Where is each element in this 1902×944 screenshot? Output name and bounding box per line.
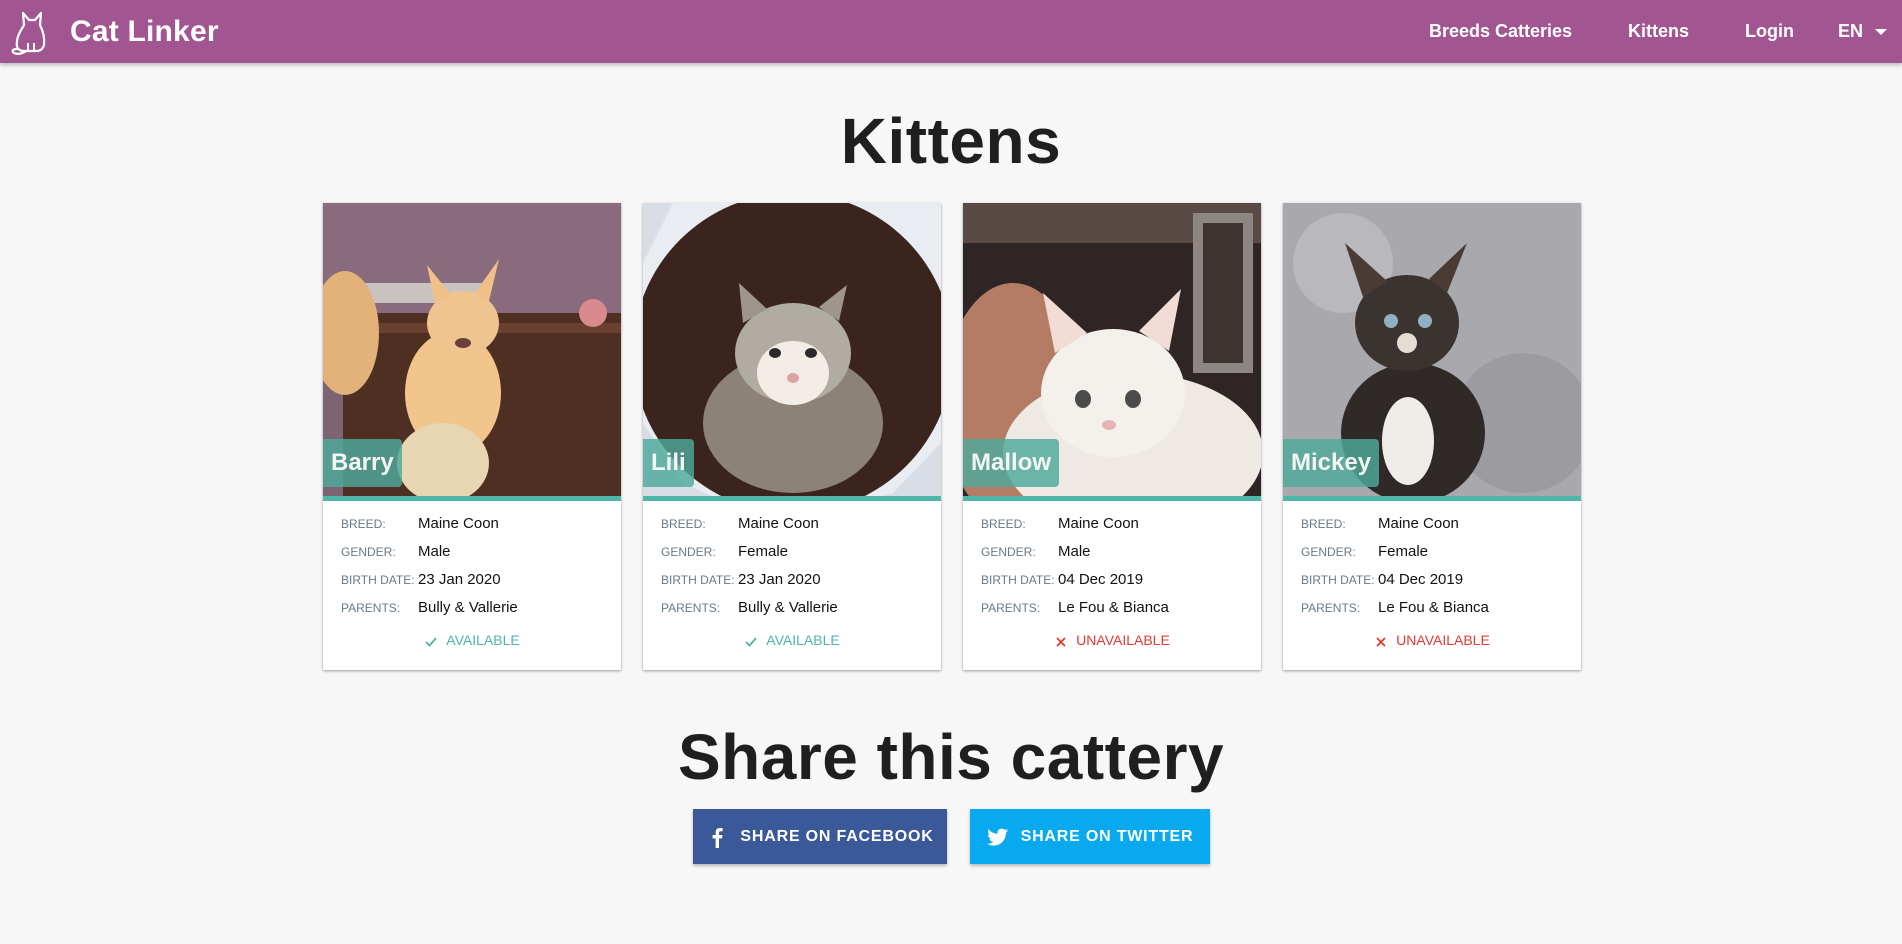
- parents-value: Bully & Vallerie: [418, 599, 518, 616]
- status-badge: UNAVAILABLE: [981, 629, 1261, 651]
- nav-breeds[interactable]: Breeds: [1429, 21, 1490, 42]
- gender-label: GENDER:: [661, 545, 716, 559]
- birth-date-label: BIRTH DATE:: [981, 573, 1055, 587]
- breed-row: BREED: Maine Coon: [1301, 515, 1581, 543]
- breed-row: BREED: Maine Coon: [981, 515, 1261, 543]
- kitten-card[interactable]: Mickey BREED: Maine Coon GENDER: Female …: [1283, 203, 1581, 670]
- gender-label: GENDER:: [1301, 545, 1356, 559]
- nav-kittens[interactable]: Kittens: [1628, 21, 1689, 42]
- gender-label: GENDER:: [341, 545, 396, 559]
- parents-label: PARENTS:: [341, 601, 401, 615]
- gender-value: Female: [1378, 543, 1429, 560]
- birth-date-label: BIRTH DATE:: [341, 573, 415, 587]
- status-badge: AVAILABLE: [661, 629, 941, 651]
- gender-row: GENDER: Male: [981, 543, 1261, 571]
- share-facebook-label: SHARE ON FACEBOOK: [740, 827, 934, 845]
- caret-down-icon: [1875, 28, 1888, 35]
- parents-value: Le Fou & Bianca: [1058, 599, 1169, 616]
- birth-date-value: 04 Dec 2019: [1058, 571, 1144, 588]
- parents-row: PARENTS: Le Fou & Bianca: [981, 599, 1261, 627]
- birth-date-row: BIRTH DATE: 23 Jan 2020: [341, 571, 621, 599]
- kitten-name: Mallow: [963, 439, 1060, 487]
- brand-link[interactable]: Cat Linker: [10, 0, 219, 63]
- share-twitter-label: SHARE ON TWITTER: [1020, 827, 1194, 845]
- gender-value: Male: [418, 543, 451, 560]
- twitter-icon: [986, 828, 1008, 846]
- breed-value: Maine Coon: [1378, 515, 1459, 532]
- kitten-card[interactable]: Barry BREED: Maine Coon GENDER: Male BIR…: [323, 203, 621, 670]
- brand-name: Cat Linker: [70, 14, 219, 48]
- kitten-card[interactable]: Lili BREED: Maine Coon GENDER: Female BI…: [643, 203, 941, 670]
- status-text: AVAILABLE: [766, 632, 840, 648]
- page-title: Kittens: [840, 105, 1062, 177]
- close-icon: [1376, 636, 1386, 647]
- kitten-photo[interactable]: Mallow: [963, 203, 1261, 501]
- birth-date-value: 23 Jan 2020: [738, 571, 821, 588]
- kitten-details: BREED: Maine Coon GENDER: Male BIRTH DAT…: [323, 501, 621, 651]
- breed-row: BREED: Maine Coon: [341, 515, 621, 543]
- gender-value: Female: [738, 543, 789, 560]
- breed-label: BREED:: [661, 517, 706, 531]
- kitten-name: Barry: [323, 439, 402, 487]
- gender-row: GENDER: Male: [341, 543, 621, 571]
- breed-label: BREED:: [981, 517, 1026, 531]
- kitten-details: BREED: Maine Coon GENDER: Female BIRTH D…: [1283, 501, 1581, 651]
- share-facebook-button[interactable]: SHARE ON FACEBOOK: [693, 809, 947, 864]
- status-text: UNAVAILABLE: [1396, 632, 1490, 648]
- birth-date-row: BIRTH DATE: 04 Dec 2019: [1301, 571, 1581, 599]
- breed-label: BREED:: [341, 517, 386, 531]
- gender-label: GENDER:: [981, 545, 1036, 559]
- status-badge: UNAVAILABLE: [1301, 629, 1581, 651]
- parents-label: PARENTS:: [981, 601, 1041, 615]
- nav-login[interactable]: Login: [1745, 21, 1794, 42]
- cat-logo-icon: [11, 11, 46, 55]
- birth-date-label: BIRTH DATE:: [1301, 573, 1375, 587]
- parents-label: PARENTS:: [661, 601, 721, 615]
- check-icon: [425, 636, 437, 647]
- breed-label: BREED:: [1301, 517, 1346, 531]
- breed-value: Maine Coon: [738, 515, 819, 532]
- status-badge: AVAILABLE: [341, 629, 621, 651]
- language-value: EN: [1838, 21, 1864, 41]
- breed-value: Maine Coon: [1058, 515, 1139, 532]
- birth-date-row: BIRTH DATE: 23 Jan 2020: [661, 571, 941, 599]
- status-text: AVAILABLE: [446, 632, 520, 648]
- kitten-name: Mickey: [1283, 439, 1380, 487]
- share-title: Share this cattery: [677, 721, 1225, 793]
- status-text: UNAVAILABLE: [1076, 632, 1170, 648]
- birth-date-value: 04 Dec 2019: [1378, 571, 1464, 588]
- gender-row: GENDER: Female: [1301, 543, 1581, 571]
- birth-date-label: BIRTH DATE:: [661, 573, 735, 587]
- language-select[interactable]: EN: [1838, 21, 1888, 42]
- gender-value: Male: [1058, 543, 1091, 560]
- parents-label: PARENTS:: [1301, 601, 1361, 615]
- check-icon: [745, 636, 757, 647]
- birth-date-value: 23 Jan 2020: [418, 571, 501, 588]
- parents-value: Le Fou & Bianca: [1378, 599, 1489, 616]
- kitten-card[interactable]: Mallow BREED: Maine Coon GENDER: Male BI…: [963, 203, 1261, 670]
- nav-catteries[interactable]: Catteries: [1495, 21, 1572, 42]
- kitten-details: BREED: Maine Coon GENDER: Male BIRTH DAT…: [963, 501, 1261, 651]
- breed-value: Maine Coon: [418, 515, 499, 532]
- parents-value: Bully & Vallerie: [738, 599, 838, 616]
- parents-row: PARENTS: Le Fou & Bianca: [1301, 599, 1581, 627]
- kitten-photo[interactable]: Mickey: [1283, 203, 1581, 501]
- facebook-icon: [713, 827, 724, 848]
- kitten-name: Lili: [643, 439, 694, 487]
- birth-date-row: BIRTH DATE: 04 Dec 2019: [981, 571, 1261, 599]
- parents-row: PARENTS: Bully & Vallerie: [341, 599, 621, 627]
- parents-row: PARENTS: Bully & Vallerie: [661, 599, 941, 627]
- kitten-details: BREED: Maine Coon GENDER: Female BIRTH D…: [643, 501, 941, 651]
- kitten-photo[interactable]: Lili: [643, 203, 941, 501]
- kitten-photo[interactable]: Barry: [323, 203, 621, 501]
- close-icon: [1056, 636, 1066, 647]
- share-twitter-button[interactable]: SHARE ON TWITTER: [970, 809, 1210, 864]
- gender-row: GENDER: Female: [661, 543, 941, 571]
- top-app-bar: Cat Linker Breeds Catteries Kittens Logi…: [0, 0, 1902, 63]
- breed-row: BREED: Maine Coon: [661, 515, 941, 543]
